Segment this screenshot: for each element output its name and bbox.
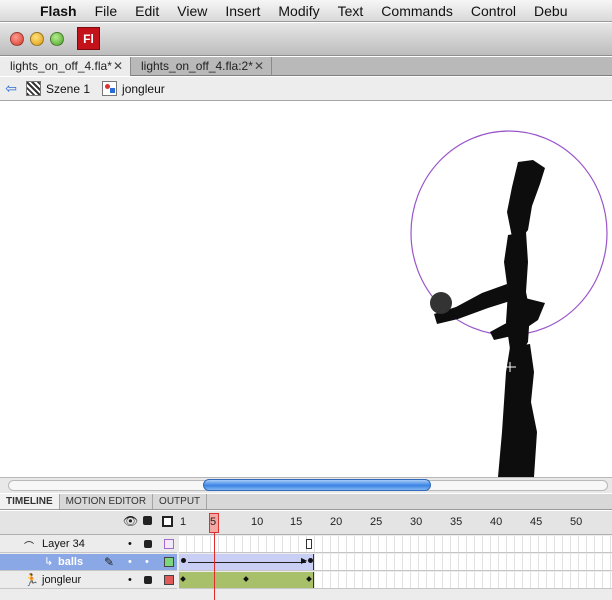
keyframe-dot <box>308 558 313 563</box>
end-frame-marker <box>306 539 312 549</box>
menu-debug[interactable]: Debu <box>525 3 576 19</box>
scene-clapper-icon <box>26 81 41 96</box>
lock-dot[interactable]: • <box>145 556 149 568</box>
close-tab-icon[interactable]: ✕ <box>254 57 264 75</box>
motion-tween-span[interactable]: ▶ <box>179 554 314 570</box>
layer-outline-color[interactable] <box>164 575 174 585</box>
layer-row-balls[interactable]: ↳ balls ✎ • • <box>0 554 177 571</box>
frames-layer-34[interactable] <box>179 536 612 553</box>
ruler-label: 35 <box>450 516 463 528</box>
ruler-label: 25 <box>370 516 383 528</box>
layer-outline-color[interactable] <box>164 539 174 549</box>
panel-tabs: TIMELINE MOTION EDITOR OUTPUT <box>0 494 612 510</box>
keyframe-diamond <box>243 576 249 582</box>
playhead-line <box>214 533 215 600</box>
tab-motion-editor[interactable]: MOTION EDITOR <box>60 494 154 509</box>
outline-icon[interactable] <box>162 516 173 527</box>
edit-bar-breadcrumb: ⇦ Szene 1 jongleur <box>0 77 612 101</box>
menu-edit[interactable]: Edit <box>126 3 168 19</box>
ruler-label: 10 <box>251 516 264 528</box>
ruler-label: 5 <box>210 516 217 528</box>
menu-view[interactable]: View <box>168 3 216 19</box>
minimize-window-button[interactable] <box>30 32 44 46</box>
arrow-left-icon[interactable]: ⇦ <box>0 80 22 97</box>
guided-layer-icon: ↳ <box>44 556 54 568</box>
ruler-label: 20 <box>330 516 343 528</box>
document-tab-label: lights_on_off_4.fla:2* <box>141 59 253 73</box>
layer-name: balls <box>58 556 84 568</box>
scrollbar-thumb[interactable] <box>203 479 431 491</box>
menu-modify[interactable]: Modify <box>269 3 328 19</box>
lock-icon[interactable] <box>143 516 152 525</box>
tween-arrow-head: ▶ <box>301 556 308 565</box>
close-window-button[interactable] <box>10 32 24 46</box>
breadcrumb-scene[interactable]: Szene 1 <box>22 81 98 96</box>
tab-output[interactable]: OUTPUT <box>153 494 208 509</box>
window-titlebar: Fl <box>0 23 612 56</box>
stage-artwork <box>410 130 608 477</box>
menu-control[interactable]: Control <box>462 3 525 19</box>
pencil-icon[interactable]: ✎ <box>104 555 114 569</box>
layer-row-layer-34[interactable]: ⌒ Layer 34 • <box>0 536 177 553</box>
timeline-panel: 👁 1 5 10 15 20 25 30 35 40 45 50 ⌒ Layer… <box>0 511 612 600</box>
document-tab-1[interactable]: lights_on_off_4.fla* ✕ <box>0 57 131 76</box>
ruler-label: 30 <box>410 516 423 528</box>
scene-label: Szene 1 <box>46 81 91 96</box>
layer-name: Layer 34 <box>42 538 85 550</box>
menu-bar: Flash File Edit View Insert Modify Text … <box>0 0 612 22</box>
ruler-label: 1 <box>180 516 187 528</box>
movieclip-symbol-icon <box>102 81 118 96</box>
breadcrumb-symbol[interactable]: jongleur <box>98 81 173 96</box>
menu-insert[interactable]: Insert <box>216 3 269 19</box>
timeline-header: 👁 1 5 10 15 20 25 30 35 40 45 50 <box>0 511 612 535</box>
visibility-dot[interactable]: • <box>128 574 132 586</box>
layer-row-jongleur[interactable]: 🏃 jongleur • <box>0 572 177 589</box>
runner-figure-icon: 🏃 <box>24 573 39 587</box>
menu-flash[interactable]: Flash <box>40 3 86 19</box>
tween-arrow-line <box>188 562 306 563</box>
juggler-figure <box>434 160 545 477</box>
flash-logo-icon: Fl <box>77 27 100 50</box>
juggling-ball <box>430 292 452 314</box>
frames-balls[interactable]: ▶ <box>179 554 612 571</box>
shape-tween-span[interactable] <box>179 572 314 588</box>
frames-jongleur[interactable] <box>179 572 612 589</box>
document-tab-bar: lights_on_off_4.fla* ✕ lights_on_off_4.f… <box>0 57 612 76</box>
layer-name: jongleur <box>42 574 82 586</box>
menu-text[interactable]: Text <box>329 3 373 19</box>
ruler-label: 50 <box>570 516 583 528</box>
ruler-label: 45 <box>530 516 543 528</box>
tab-timeline[interactable]: TIMELINE <box>0 494 60 509</box>
motion-guide-icon: ⌒ <box>24 542 34 553</box>
frame-ruler[interactable]: 1 5 10 15 20 25 30 35 40 45 50 <box>179 511 612 535</box>
visibility-dot[interactable]: • <box>128 538 132 550</box>
stage-canvas[interactable] <box>0 102 612 477</box>
layer-outline-color[interactable] <box>164 557 174 567</box>
stage-horizontal-scrollbar[interactable] <box>0 477 612 493</box>
menu-file[interactable]: File <box>86 3 127 19</box>
keyframe-dot <box>181 558 186 563</box>
lock-icon[interactable] <box>144 540 152 548</box>
zoom-window-button[interactable] <box>50 32 64 46</box>
ruler-label: 15 <box>290 516 303 528</box>
keyframe-diamond <box>180 576 186 582</box>
visibility-dot[interactable]: • <box>128 556 132 568</box>
document-tab-label: lights_on_off_4.fla* <box>10 59 112 73</box>
lock-icon[interactable] <box>144 576 152 584</box>
menu-commands[interactable]: Commands <box>372 3 462 19</box>
close-tab-icon[interactable]: ✕ <box>113 57 123 75</box>
ruler-label: 40 <box>490 516 503 528</box>
keyframe-diamond <box>306 576 312 582</box>
symbol-label: jongleur <box>122 81 165 96</box>
document-tab-2[interactable]: lights_on_off_4.fla:2* ✕ <box>131 57 272 76</box>
eye-icon[interactable]: 👁 <box>123 514 138 528</box>
